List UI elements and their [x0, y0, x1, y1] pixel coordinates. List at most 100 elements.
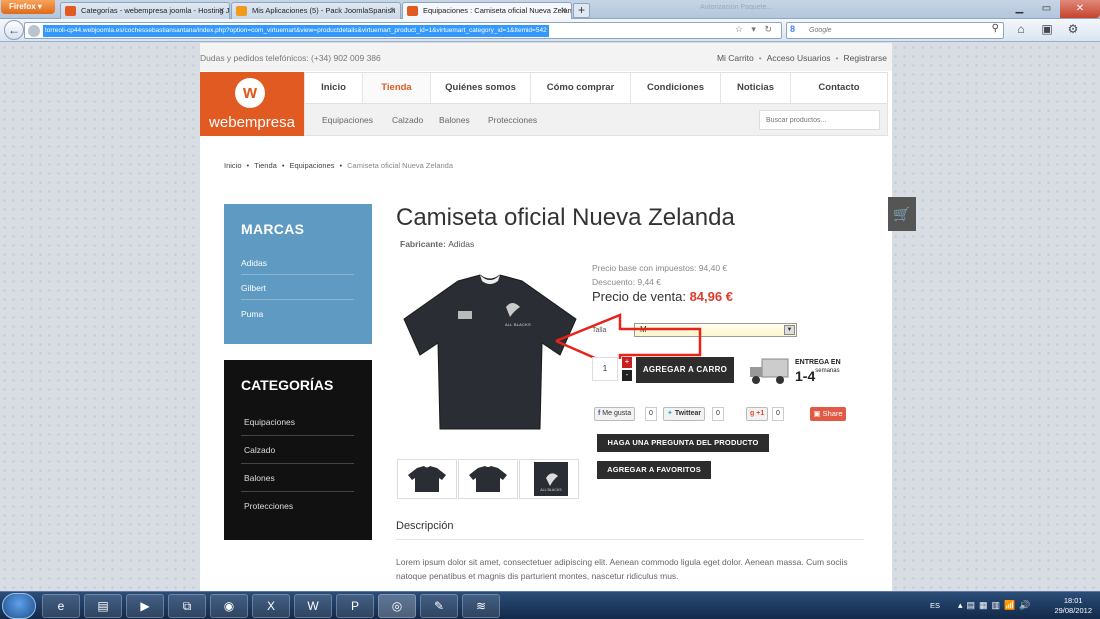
- background-tab-label: Autorización Paquete...: [700, 4, 773, 11]
- quantity-plus-button[interactable]: +: [622, 357, 632, 368]
- contact-phone: Dudas y pedidos telefónicos: (+34) 902 0…: [200, 53, 381, 63]
- product-thumbnail-badge[interactable]: ALL BLACKS: [519, 459, 579, 499]
- bookmark-star-icon[interactable]: ☆ ▾ ↻: [735, 24, 775, 35]
- background-tab-ghost: Autorización Paquete...: [700, 4, 772, 11]
- shirt-logo-text: ALL BLACKS: [505, 322, 531, 327]
- facebook-like-button[interactable]: f Me gusta: [594, 407, 636, 421]
- facebook-like-count: 0: [645, 407, 657, 421]
- login-link[interactable]: Acceso Usuarios: [767, 53, 831, 63]
- quantity-minus-button[interactable]: -: [622, 370, 632, 381]
- network-tool-icon[interactable]: ⧉: [168, 594, 206, 618]
- back-arrow-icon[interactable]: ←: [4, 20, 24, 40]
- logo-mark-icon: w: [235, 78, 265, 108]
- media-player-icon[interactable]: ▶: [126, 594, 164, 618]
- sale-price-label: Precio de venta:: [592, 289, 686, 304]
- share-icon: ▣: [813, 409, 821, 418]
- google-engine-icon[interactable]: 8: [790, 24, 795, 34]
- file-explorer-icon[interactable]: ▤: [84, 594, 122, 618]
- close-tab-icon[interactable]: ✕: [389, 3, 396, 18]
- search-icon[interactable]: ⚲: [992, 23, 999, 34]
- site-logo[interactable]: w webempresa: [200, 72, 304, 136]
- nav-item-quienes-somos[interactable]: Quiénes somos: [431, 73, 531, 103]
- paint-icon[interactable]: ✎: [420, 594, 458, 618]
- separator-dot: •: [758, 53, 762, 63]
- spotify-icon[interactable]: ≋: [462, 594, 500, 618]
- price-discount: Descuento: 9,44 €: [592, 277, 661, 287]
- nav-item-como-comprar[interactable]: Cómo comprar: [531, 73, 631, 103]
- clock[interactable]: 18:01 29/08/2012: [1054, 596, 1092, 616]
- category-link-protecciones[interactable]: Protecciones: [241, 492, 354, 520]
- ask-question-button[interactable]: HAGA UNA PREGUNTA DEL PRODUCTO: [597, 434, 769, 452]
- categories-title: CATEGORÍAS: [241, 377, 334, 393]
- nav-item-tienda[interactable]: Tienda: [363, 73, 431, 103]
- language-indicator[interactable]: ES: [930, 601, 940, 610]
- breadcrumb-equipaciones[interactable]: Equipaciones: [289, 161, 334, 170]
- floating-cart-icon[interactable]: 🛒: [888, 197, 916, 231]
- brand-link-puma[interactable]: Puma: [241, 302, 354, 326]
- close-tab-icon[interactable]: ✕: [560, 3, 567, 18]
- twitter-icon: ✦: [667, 410, 673, 417]
- windows-taskbar: e ▤ ▶ ⧉ ◉ X W P ◎ ✎ ≋ ES ▴▤▦▥📶🔊 18:01 29…: [0, 591, 1100, 619]
- main-navigation: Inicio Tienda Quiénes somos Cómo comprar…: [304, 72, 888, 104]
- brand-link-gilbert[interactable]: Gilbert: [241, 276, 354, 300]
- firefox-taskbar-icon[interactable]: ◎: [378, 594, 416, 618]
- chrome-icon[interactable]: ◉: [210, 594, 248, 618]
- subnav-balones[interactable]: Balones: [439, 115, 470, 125]
- tray-icons[interactable]: ▴▤▦▥📶🔊: [958, 600, 1034, 611]
- new-tab-button[interactable]: +: [573, 3, 590, 18]
- nav-item-inicio[interactable]: Inicio: [305, 73, 363, 103]
- chevron-down-icon[interactable]: ▼: [784, 325, 795, 335]
- firefox-menu-button[interactable]: Firefox ▾: [1, 0, 55, 14]
- nav-item-contacto[interactable]: Contacto: [791, 73, 887, 103]
- cart-link[interactable]: Mi Carrito: [717, 53, 754, 63]
- close-tab-icon[interactable]: ✕: [218, 3, 225, 18]
- addons-icon[interactable]: ⚙: [1064, 22, 1082, 36]
- browser-tab-categorias[interactable]: Categorías - webempresa joomla - Hosting…: [60, 2, 230, 19]
- close-window-icon[interactable]: ✕: [1060, 0, 1100, 18]
- system-tray: ES ▴▤▦▥📶🔊 18:01 29/08/2012: [930, 592, 1100, 619]
- product-thumbnail-front[interactable]: [397, 459, 457, 499]
- word-icon[interactable]: W: [294, 594, 332, 618]
- delivery-label: ENTREGA EN: [795, 359, 841, 366]
- browser-tab-mis-aplicaciones[interactable]: Mis Aplicaciones (5) - Pack JoomlaSpanis…: [231, 2, 401, 19]
- badge-shirt-logo-text: ALL BLACKS: [540, 488, 562, 492]
- home-icon[interactable]: ⌂: [1012, 22, 1030, 36]
- product-search-input[interactable]: [759, 110, 880, 130]
- share-button[interactable]: ▣ Share: [810, 407, 846, 421]
- url-bar[interactable]: torreoli-cp44.webjoomla.es/cochessebasti…: [24, 22, 782, 39]
- browser-search-box[interactable]: 8 ⚲: [786, 22, 1004, 39]
- breadcrumb-tienda[interactable]: Tienda: [254, 161, 277, 170]
- subnav-protecciones[interactable]: Protecciones: [488, 115, 537, 125]
- minimize-icon[interactable]: ▁: [1006, 0, 1033, 18]
- browser-search-input[interactable]: [809, 24, 979, 37]
- browser-tab-equipaciones[interactable]: Equipaciones : Camiseta oficial Nueva Ze…: [402, 2, 572, 20]
- product-thumbnail-back[interactable]: [458, 459, 518, 499]
- breadcrumb: Inicio • Tienda • Equipaciones • Camiseta ofic…: [224, 161, 453, 170]
- site-identity-icon[interactable]: [28, 25, 40, 37]
- bookmarks-menu-icon[interactable]: ▣: [1038, 22, 1056, 36]
- nav-item-noticias[interactable]: Noticias: [721, 73, 791, 103]
- url-text[interactable]: torreoli-cp44.webjoomla.es/cochessebasti…: [43, 25, 549, 37]
- manufacturer-value[interactable]: Adidas: [448, 239, 474, 249]
- breadcrumb-inicio[interactable]: Inicio: [224, 161, 242, 170]
- category-link-balones[interactable]: Balones: [241, 464, 354, 492]
- quantity-input[interactable]: 1: [592, 357, 618, 381]
- add-to-cart-button[interactable]: AGREGAR A CARRO: [636, 357, 734, 383]
- twitter-tweet-button[interactable]: ✦ Twittear: [663, 407, 706, 421]
- start-button[interactable]: [2, 593, 36, 619]
- category-link-calzado[interactable]: Calzado: [241, 436, 354, 464]
- internet-explorer-icon[interactable]: e: [42, 594, 80, 618]
- maximize-icon[interactable]: ▭: [1033, 0, 1060, 18]
- category-link-equipaciones[interactable]: Equipaciones: [241, 408, 354, 436]
- publisher-icon[interactable]: P: [336, 594, 374, 618]
- excel-icon[interactable]: X: [252, 594, 290, 618]
- add-favorites-button[interactable]: AGREGAR A FAVORITOS: [597, 461, 711, 479]
- nav-item-condiciones[interactable]: Condiciones: [631, 73, 721, 103]
- sale-price: Precio de venta: 84,96 €: [592, 289, 733, 304]
- brand-link-adidas[interactable]: Adidas: [241, 251, 354, 275]
- google-plus-button[interactable]: g +1: [746, 407, 769, 421]
- subnav-equipaciones[interactable]: Equipaciones: [322, 115, 373, 125]
- plus-icon: +: [577, 3, 585, 17]
- subnav-calzado[interactable]: Calzado: [392, 115, 423, 125]
- register-link[interactable]: Registrarse: [844, 53, 887, 63]
